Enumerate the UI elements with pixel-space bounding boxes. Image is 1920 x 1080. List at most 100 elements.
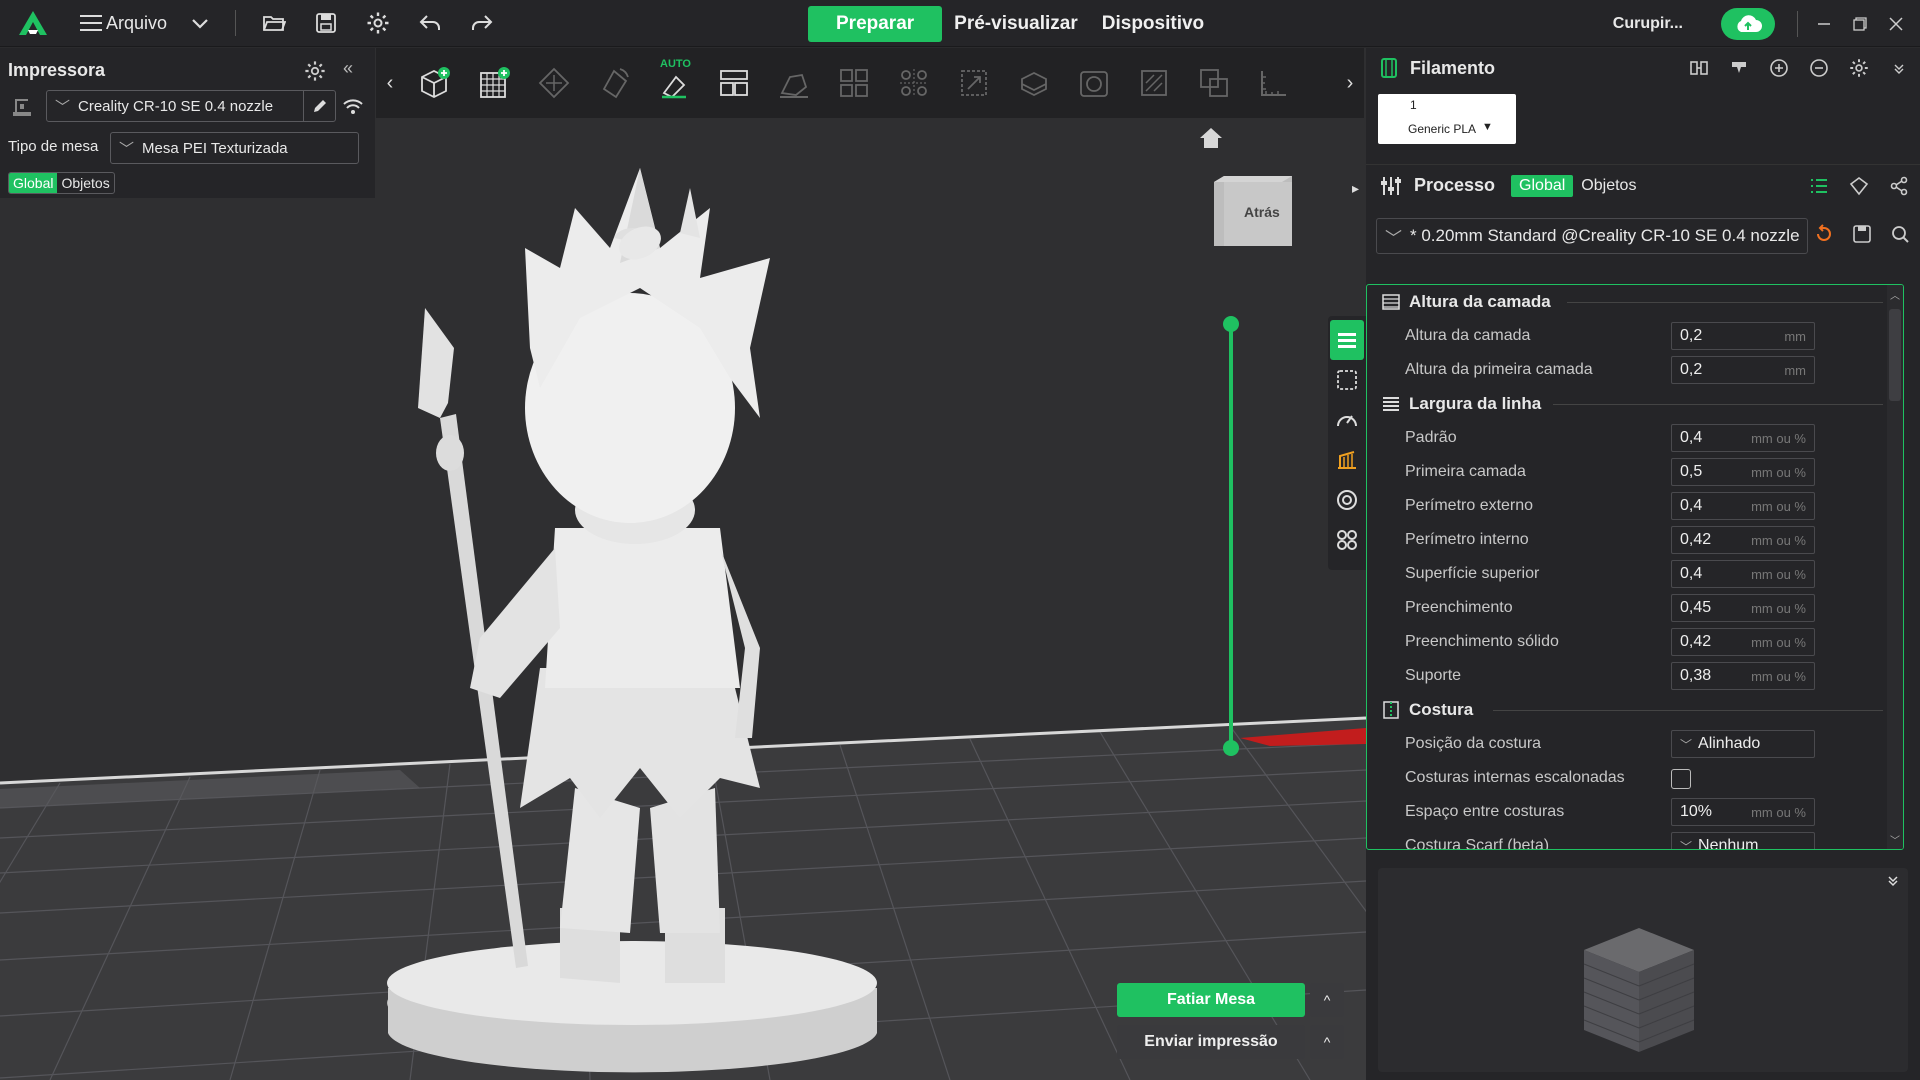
first-layer-width-input[interactable]: 0,5 mm ou %	[1671, 458, 1815, 486]
collapse-preview-icon[interactable]	[1886, 874, 1900, 893]
layer-height-input[interactable]: 0,2 mm	[1671, 322, 1815, 350]
slice-options-caret[interactable]: ^	[1310, 983, 1344, 1017]
scarf-seam-select[interactable]: ﹀ Nenhum	[1671, 832, 1815, 849]
tab-preparar[interactable]: Preparar	[808, 5, 943, 42]
scroll-down-icon[interactable]: ﹀	[1890, 832, 1900, 847]
scope-global[interactable]: Global	[9, 173, 58, 193]
wifi-icon[interactable]	[342, 96, 364, 121]
process-settings-list: Altura da camada Altura da camada 0,2 mm …	[1366, 284, 1904, 850]
process-preset-select[interactable]: ﹀ * 0.20mm Standard @Creality CR-10 SE 0…	[1376, 218, 1808, 254]
tab-dispositivo[interactable]: Dispositivo	[1090, 6, 1216, 42]
setting-label: Preenchimento	[1405, 599, 1513, 616]
field-value: 0,2	[1680, 327, 1703, 344]
undo-icon[interactable]	[404, 0, 456, 47]
gear-icon[interactable]	[352, 0, 404, 47]
lay-on-face-icon[interactable]	[764, 48, 824, 118]
toolbar-scroll-left[interactable]: ‹	[376, 48, 404, 118]
seam-gap-input[interactable]: 10% mm ou %	[1671, 798, 1815, 826]
auto-orient-icon[interactable]	[584, 48, 644, 118]
setting-label: Costuras internas escalonadas	[1405, 769, 1625, 786]
nozzle-icon[interactable]	[1728, 57, 1750, 79]
setting-label: Primeira camada	[1405, 463, 1526, 480]
file-menu[interactable]: Arquivo	[80, 0, 167, 47]
filament-slot-card[interactable]: 1 Generic PLA ▼	[1378, 94, 1516, 144]
process-tab-objects[interactable]: Objetos	[1573, 175, 1644, 197]
infill-width-input[interactable]: 0,45 mm ou %	[1671, 594, 1815, 622]
paint-seam-icon[interactable]	[1124, 48, 1184, 118]
compare-presets-icon[interactable]	[1848, 175, 1870, 197]
strength-icon[interactable]	[1330, 360, 1364, 400]
split-objects-icon[interactable]	[824, 48, 884, 118]
add-filament-icon[interactable]	[1768, 57, 1790, 79]
open-folder-icon[interactable]	[248, 0, 300, 47]
chevron-down-icon[interactable]	[177, 0, 223, 47]
app-logo-icon[interactable]	[0, 0, 66, 47]
collapse-filament-icon[interactable]	[1888, 57, 1910, 79]
collapse-panel-icon[interactable]: «	[343, 58, 353, 79]
redo-icon[interactable]	[456, 0, 508, 47]
default-width-input[interactable]: 0,4 mm ou %	[1671, 424, 1815, 452]
search-icon[interactable]	[1890, 224, 1910, 249]
remove-filament-icon[interactable]	[1808, 57, 1830, 79]
printer-select[interactable]: ﹀ Creality CR-10 SE 0.4 nozzle	[46, 90, 336, 122]
measure-icon[interactable]	[1244, 48, 1304, 118]
home-view-icon[interactable]	[1198, 126, 1224, 155]
scrollbar-thumb[interactable]	[1889, 309, 1901, 401]
user-account[interactable]: Curupir...	[1613, 15, 1683, 33]
staggered-seams-checkbox[interactable]	[1671, 769, 1691, 789]
save-icon[interactable]	[300, 0, 352, 47]
others-icon[interactable]	[1330, 520, 1364, 560]
scope-objects[interactable]: Objetos	[57, 173, 113, 193]
arrange-icon[interactable]	[704, 48, 764, 118]
top-surface-width-input[interactable]: 0,4 mm ou %	[1671, 560, 1815, 588]
minimize-icon[interactable]	[1806, 0, 1842, 47]
process-tab-global[interactable]: Global	[1511, 174, 1574, 197]
multimaterial-icon[interactable]	[1330, 480, 1364, 520]
printer-settings-icon[interactable]	[304, 60, 326, 87]
solid-infill-width-input[interactable]: 0,42 mm ou %	[1671, 628, 1815, 656]
edit-pencil-icon[interactable]	[303, 91, 335, 121]
expand-panel-icon[interactable]: ▸	[1352, 180, 1359, 197]
toolbar-scroll-right[interactable]: ›	[1336, 48, 1364, 118]
boolean-icon[interactable]	[1184, 48, 1244, 118]
outer-wall-width-input[interactable]: 0,4 mm ou %	[1671, 492, 1815, 520]
close-icon[interactable]	[1878, 0, 1914, 47]
slice-plate-button[interactable]: Fatiar Mesa	[1117, 983, 1305, 1017]
save-preset-icon[interactable]	[1852, 224, 1872, 249]
support-icon[interactable]	[1330, 440, 1364, 480]
setting-row: Preenchimento sólido 0,42 mm ou %	[1367, 625, 1887, 659]
field-value: 0,38	[1680, 667, 1712, 684]
first-layer-height-input[interactable]: 0,2 mm	[1671, 356, 1815, 384]
advanced-list-icon[interactable]	[1808, 175, 1830, 197]
tab-pre-visualizar[interactable]: Pré-visualizar	[942, 6, 1090, 42]
bed-type-select[interactable]: ﹀ Mesa PEI Texturizada	[110, 132, 359, 164]
view-cube[interactable]: Atrás	[1212, 176, 1292, 246]
sync-icon[interactable]	[1688, 57, 1710, 79]
3d-viewport[interactable]	[0, 48, 1366, 1080]
emboss-icon[interactable]	[1064, 48, 1124, 118]
layer-settings-icon[interactable]	[1330, 320, 1364, 360]
add-plate-icon[interactable]	[464, 48, 524, 118]
settings-scrollbar[interactable]: ︿ ﹀	[1887, 285, 1903, 849]
cut-icon[interactable]	[1004, 48, 1064, 118]
speed-icon[interactable]	[1330, 400, 1364, 440]
send-print-button[interactable]: Enviar impressão	[1117, 1025, 1305, 1059]
support-width-input[interactable]: 0,38 mm ou %	[1671, 662, 1815, 690]
orient-icon[interactable]	[524, 48, 584, 118]
setting-label: Altura da primeira camada	[1405, 361, 1593, 378]
reset-icon[interactable]	[1814, 224, 1834, 249]
add-object-icon[interactable]	[404, 48, 464, 118]
seam-position-select[interactable]: ﹀ Alinhado	[1671, 730, 1815, 758]
share-icon[interactable]	[1888, 175, 1910, 197]
restore-icon[interactable]	[1842, 0, 1878, 47]
setting-row: Posição da costura ﹀ Alinhado	[1367, 727, 1887, 761]
scale-icon[interactable]	[944, 48, 1004, 118]
field-unit: mm ou %	[1751, 498, 1806, 514]
auto-arrange-icon[interactable]: AUTO	[644, 48, 704, 118]
inner-wall-width-input[interactable]: 0,42 mm ou %	[1671, 526, 1815, 554]
print-options-caret[interactable]: ^	[1310, 1025, 1344, 1059]
cloud-upload-button[interactable]	[1721, 7, 1775, 40]
filament-settings-icon[interactable]	[1848, 57, 1870, 79]
scroll-up-icon[interactable]: ︿	[1890, 287, 1900, 302]
split-parts-icon[interactable]	[884, 48, 944, 118]
